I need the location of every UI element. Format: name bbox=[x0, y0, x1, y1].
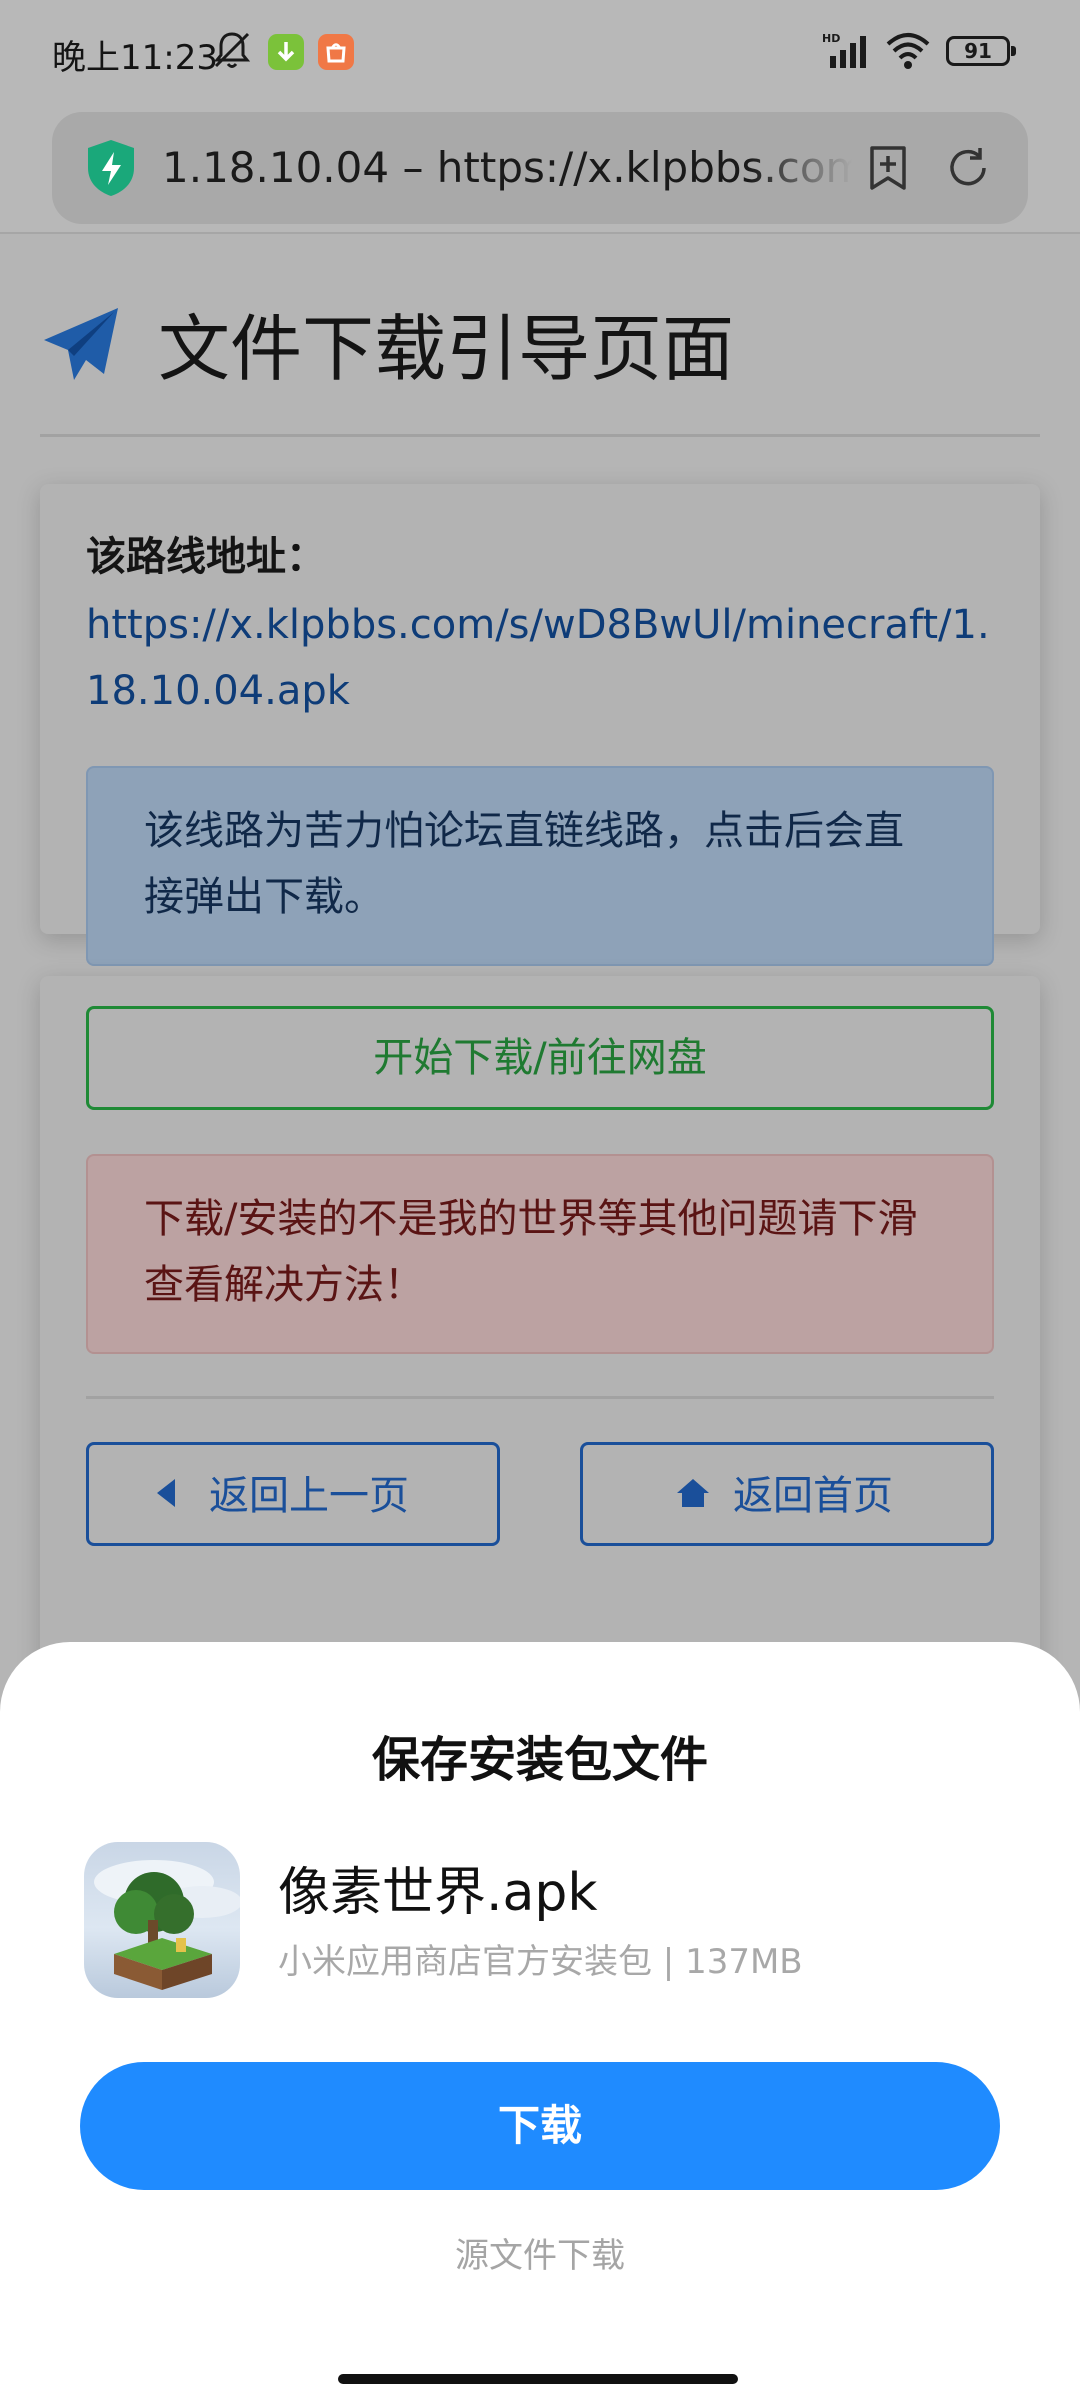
back-button-label: 返回上一页 bbox=[209, 1473, 409, 1519]
reload-icon[interactable] bbox=[940, 140, 996, 196]
file-name: 像素世界.apk bbox=[278, 1863, 598, 1923]
svg-text:HD: HD bbox=[822, 32, 840, 45]
warning-alert: 下载/安装的不是我的世界等其他问题请下滑查看解决方法！ bbox=[86, 1154, 994, 1354]
app-icon bbox=[84, 1842, 240, 1998]
home-indicator[interactable] bbox=[338, 2374, 738, 2384]
save-package-sheet: 保存安装包文件 像素世界.apk 小米应用商店官方安装包 | 137MB 下载 … bbox=[0, 1642, 1080, 2400]
status-bar: 晚上11:23 HD 91 bbox=[0, 0, 1080, 100]
signal-icon: HD bbox=[822, 32, 866, 68]
divider bbox=[86, 1396, 994, 1399]
home-icon bbox=[677, 1479, 709, 1507]
page-title: 文件下载引导页面 bbox=[158, 307, 735, 391]
mute-bell-icon bbox=[213, 32, 251, 68]
paper-plane-icon bbox=[44, 308, 118, 380]
url-text[interactable]: 1.18.10.04 – https://x.klpbbs.com/s/wD8B… bbox=[162, 112, 852, 224]
home-button[interactable]: 返回首页 bbox=[580, 1442, 994, 1546]
bookmark-add-icon[interactable] bbox=[860, 140, 916, 196]
address-bar[interactable]: 1.18.10.04 – https://x.klpbbs.com/s/wD8B… bbox=[52, 112, 1028, 224]
start-download-button[interactable]: 开始下载/前往网盘 bbox=[86, 1006, 994, 1110]
app-download-icon bbox=[268, 34, 304, 70]
status-time: 晚上11:23 bbox=[52, 38, 218, 78]
download-button[interactable]: 下载 bbox=[80, 2062, 1000, 2190]
home-button-label: 返回首页 bbox=[733, 1473, 893, 1519]
route-card: 该路线地址： https://x.klpbbs.com/s/wD8BwUl/mi… bbox=[40, 484, 1040, 966]
sheet-title: 保存安装包文件 bbox=[371, 1732, 708, 1788]
browser-toolbar: 1.18.10.04 – https://x.klpbbs.com/s/wD8B… bbox=[0, 100, 1080, 234]
route-info-alert: 该线路为苦力怕论坛直链线路，点击后会直接弹出下载。 bbox=[86, 766, 994, 966]
source-file-download-link[interactable]: 源文件下载 bbox=[0, 2228, 1080, 2277]
wifi-icon bbox=[886, 33, 930, 69]
back-button[interactable]: 返回上一页 bbox=[86, 1442, 500, 1546]
route-label: 该路线地址： bbox=[86, 534, 326, 580]
divider bbox=[40, 434, 1040, 437]
route-url-link[interactable]: https://x.klpbbs.com/s/wD8BwUl/minecraft… bbox=[86, 592, 1006, 724]
arrow-back-icon bbox=[157, 1479, 175, 1507]
file-meta: 小米应用商店官方安装包 | 137MB bbox=[278, 1942, 803, 1982]
app-store-icon bbox=[318, 34, 354, 70]
battery-icon: 91 bbox=[946, 36, 1016, 66]
shield-icon[interactable] bbox=[84, 138, 138, 198]
